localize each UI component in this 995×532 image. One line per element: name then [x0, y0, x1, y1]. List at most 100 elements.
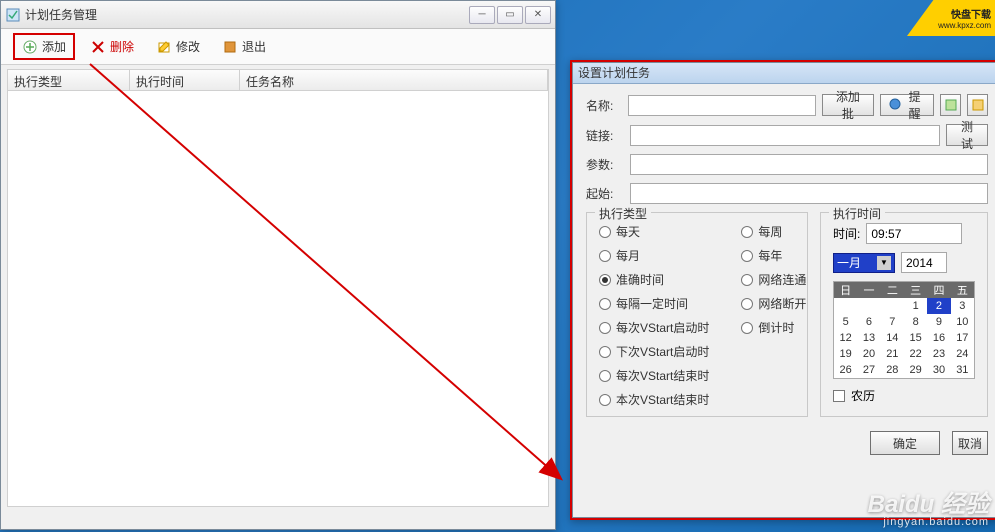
params-input[interactable]: [630, 154, 988, 175]
radio-each-end[interactable]: 每次VStart结束时: [599, 367, 709, 384]
delete-label: 删除: [110, 38, 134, 55]
row-start: 起始:: [586, 183, 988, 204]
row-params: 参数:: [586, 154, 988, 175]
remind-icon: [889, 98, 901, 113]
delete-icon: [90, 39, 106, 55]
cal-day[interactable]: 19: [834, 346, 857, 362]
cancel-button[interactable]: 取消: [952, 431, 988, 455]
close-button[interactable]: ✕: [525, 6, 551, 24]
add-label: 添加: [42, 38, 66, 55]
badge-line1: 快盘下载: [951, 6, 991, 21]
app-icon: [5, 7, 21, 23]
radio-interval[interactable]: 每隔一定时间: [599, 295, 709, 312]
radio-net-off[interactable]: 网络断开: [741, 295, 806, 312]
ok-button[interactable]: 确定: [870, 431, 940, 455]
calendar[interactable]: 日一二三四五1235678910121314151617192021222324…: [833, 281, 975, 379]
cal-day[interactable]: 10: [951, 314, 974, 330]
cal-day[interactable]: 27: [857, 362, 880, 378]
year-input[interactable]: [901, 252, 947, 273]
cal-day[interactable]: 7: [881, 314, 904, 330]
cal-day[interactable]: 1: [904, 298, 927, 314]
radio-exact[interactable]: 准确时间: [599, 271, 709, 288]
add-button[interactable]: 添加: [13, 33, 75, 60]
watermark-sub: jingyan.baidu.com: [883, 517, 989, 528]
watermark: Baidu 经验 jingyan.baidu.com: [868, 493, 989, 528]
label-start: 起始:: [586, 185, 624, 202]
cal-day[interactable]: 15: [904, 330, 927, 346]
cal-day[interactable]: 13: [857, 330, 880, 346]
task-list[interactable]: [7, 91, 549, 507]
settings-body: 名称: 添加批 提醒 链接: 测试 参数: 起始: 执行类型: [572, 84, 995, 465]
test-button[interactable]: 测试: [946, 124, 988, 146]
cal-day[interactable]: [834, 298, 857, 314]
cal-day[interactable]: 28: [881, 362, 904, 378]
maximize-button[interactable]: ▭: [497, 6, 523, 24]
exit-button[interactable]: 退出: [215, 35, 273, 58]
month-select[interactable]: 一月 ▼: [833, 253, 895, 273]
cal-day[interactable]: 29: [904, 362, 927, 378]
link-input[interactable]: [630, 125, 940, 146]
exit-icon: [222, 39, 238, 55]
cal-day[interactable]: 24: [951, 346, 974, 362]
cal-day[interactable]: 8: [904, 314, 927, 330]
cal-day[interactable]: [857, 298, 880, 314]
settings-titlebar[interactable]: 设置计划任务: [572, 62, 995, 84]
cal-day[interactable]: 20: [857, 346, 880, 362]
cal-day[interactable]: 22: [904, 346, 927, 362]
exec-type-legend: 执行类型: [595, 205, 651, 222]
cal-day[interactable]: 21: [881, 346, 904, 362]
remind-label: 提醒: [904, 88, 926, 122]
radio-yearly[interactable]: 每年: [741, 247, 806, 264]
col-exec-time[interactable]: 执行时间: [130, 70, 240, 90]
add-batch-button[interactable]: 添加批: [822, 94, 874, 116]
radio-each-start[interactable]: 每次VStart启动时: [599, 319, 709, 336]
cal-day[interactable]: 2: [927, 298, 950, 314]
label-params: 参数:: [586, 156, 624, 173]
cal-day[interactable]: 3: [951, 298, 974, 314]
edit-label: 修改: [176, 38, 200, 55]
cal-day[interactable]: 6: [857, 314, 880, 330]
radio-countdown[interactable]: 倒计时: [741, 319, 806, 336]
cal-day[interactable]: 30: [927, 362, 950, 378]
radio-daily[interactable]: 每天: [599, 223, 709, 240]
start-input[interactable]: [630, 183, 988, 204]
radio-next-start[interactable]: 下次VStart启动时: [599, 343, 709, 360]
task-settings-window: 设置计划任务 名称: 添加批 提醒 链接: 测试 参数: 起始:: [570, 60, 995, 520]
remind-button[interactable]: 提醒: [880, 94, 935, 116]
cal-day[interactable]: 5: [834, 314, 857, 330]
cal-day[interactable]: [881, 298, 904, 314]
radio-monthly[interactable]: 每月: [599, 247, 709, 264]
cal-day[interactable]: 26: [834, 362, 857, 378]
cal-day[interactable]: 23: [927, 346, 950, 362]
radio-this-end[interactable]: 本次VStart结束时: [599, 391, 709, 408]
cal-day[interactable]: 17: [951, 330, 974, 346]
extra-icon-2[interactable]: [967, 94, 988, 116]
exec-type-group: 执行类型 每天 每月 准确时间 每隔一定时间 每次VStart启动时 下次VSt…: [586, 212, 808, 417]
chevron-down-icon: ▼: [877, 256, 891, 270]
month-value: 一月: [837, 254, 861, 271]
settings-title: 设置计划任务: [578, 64, 650, 81]
col-exec-type[interactable]: 执行类型: [8, 70, 130, 90]
cal-day[interactable]: 16: [927, 330, 950, 346]
edit-button[interactable]: 修改: [149, 35, 207, 58]
window-title: 计划任务管理: [25, 6, 469, 23]
radio-weekly[interactable]: 每周: [741, 223, 806, 240]
time-input[interactable]: [866, 223, 962, 244]
name-input[interactable]: [628, 95, 816, 116]
cal-day[interactable]: 9: [927, 314, 950, 330]
exec-time-legend: 执行时间: [829, 205, 885, 222]
cal-day[interactable]: 31: [951, 362, 974, 378]
cal-day[interactable]: 12: [834, 330, 857, 346]
col-task-name[interactable]: 任务名称: [240, 70, 548, 90]
extra-icon-1[interactable]: [940, 94, 961, 116]
label-name: 名称:: [586, 97, 622, 114]
edit-icon: [156, 39, 172, 55]
titlebar[interactable]: 计划任务管理 ─ ▭ ✕: [1, 1, 555, 29]
delete-button[interactable]: 删除: [83, 35, 141, 58]
row-name: 名称: 添加批 提醒: [586, 94, 988, 116]
exec-time-group: 执行时间 时间: 一月 ▼ 日一二三四五12356789101213141516…: [820, 212, 988, 417]
radio-net-on[interactable]: 网络连通: [741, 271, 806, 288]
minimize-button[interactable]: ─: [469, 6, 495, 24]
cal-day[interactable]: 14: [881, 330, 904, 346]
lunar-checkbox[interactable]: [833, 390, 845, 402]
